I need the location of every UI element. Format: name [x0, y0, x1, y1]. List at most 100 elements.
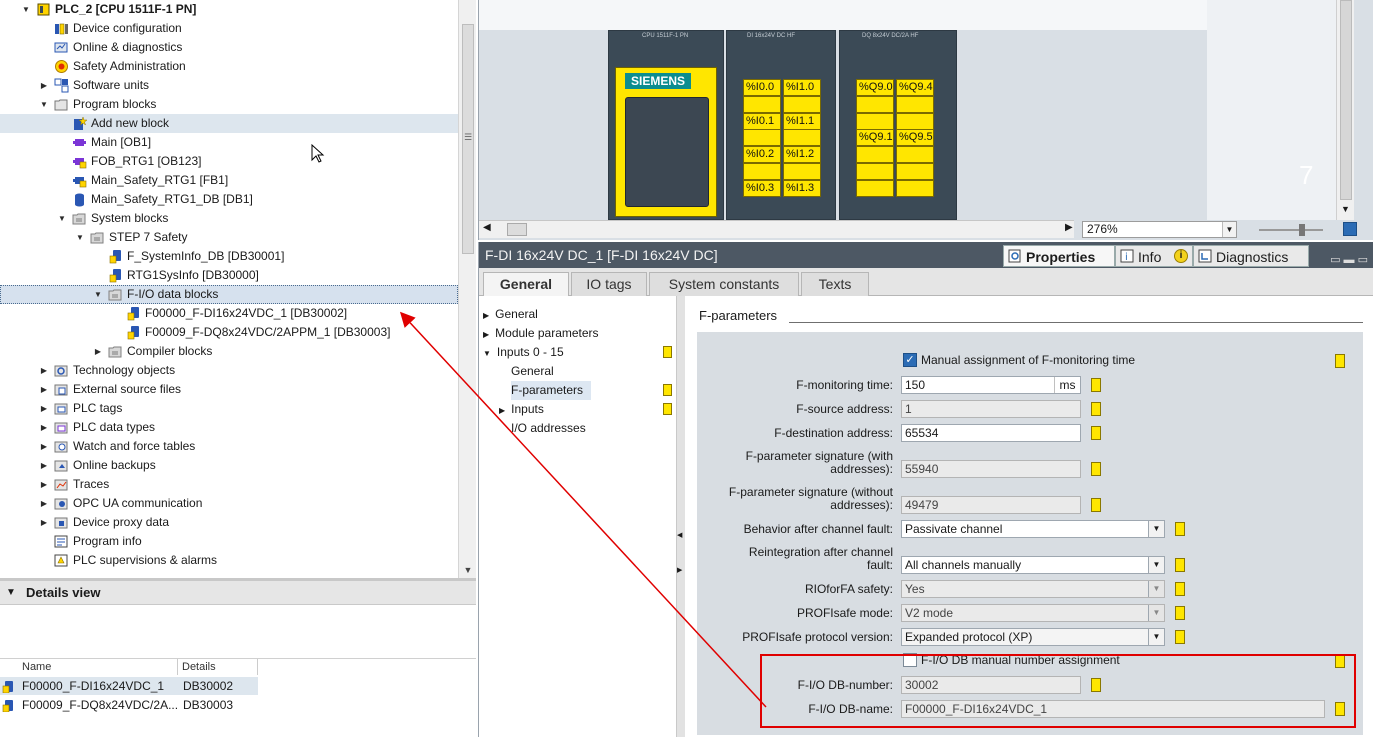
db-manual-number-checkbox[interactable] — [903, 653, 917, 667]
chevron-right-icon[interactable]: ▶ — [38, 456, 50, 475]
nav-item[interactable]: ▶ Inputs — [499, 400, 579, 419]
chevron-right-icon[interactable]: ▶ — [499, 406, 505, 415]
tree-item[interactable]: ▶ PLC data types — [0, 418, 458, 437]
di-module[interactable]: DI 16x24V DC HF %I0.0 %I1.0 %I0.1 %I1.1 %I0.… — [726, 30, 836, 220]
io-slot[interactable]: %I0.0 — [743, 79, 781, 96]
io-slot[interactable]: %Q9.5 — [896, 129, 934, 147]
tree-item[interactable]: PLC supervisions & alarms — [0, 551, 458, 570]
tree-item[interactable]: ▶ Traces — [0, 475, 458, 494]
zoom-select[interactable]: 276% ▼ — [1082, 221, 1237, 238]
column-header-name[interactable]: Name — [18, 659, 178, 675]
tab-general[interactable]: General — [483, 272, 569, 297]
chevron-right-icon[interactable]: ▶ — [92, 342, 104, 361]
chevron-down-icon[interactable]: ▼ — [483, 349, 491, 358]
destination-address-input[interactable]: 65534 — [901, 424, 1081, 442]
chevron-down-icon[interactable]: ▼ — [6, 581, 16, 605]
tree-item[interactable]: Main_Safety_RTG1_DB [DB1] — [0, 190, 458, 209]
io-slot[interactable] — [743, 95, 781, 113]
chevron-right-icon[interactable]: ▶ — [38, 494, 50, 513]
zoom-slider[interactable] — [1259, 224, 1323, 236]
device-horizontal-scrollbar[interactable]: ◀ ▶ — [479, 220, 1074, 238]
tree-item[interactable]: F_SystemInfo_DB [DB30001] — [0, 247, 458, 266]
tree-item[interactable]: FOB_RTG1 [OB123] — [0, 152, 458, 171]
chevron-down-icon[interactable]: ▼ — [20, 0, 32, 19]
chevron-right-icon[interactable]: ▶ — [38, 475, 50, 494]
io-slot[interactable] — [743, 129, 781, 147]
tree-item[interactable]: Add new block — [0, 114, 458, 133]
scroll-down-icon[interactable]: ▼ — [1341, 204, 1350, 214]
io-slot[interactable] — [856, 146, 894, 164]
tree-item[interactable]: F00000_F-DI16x24VDC_1 [DB30002] — [0, 304, 458, 323]
tree-item[interactable]: ▶ OPC UA communication — [0, 494, 458, 513]
reintegration-select[interactable]: All channels manually ▼ — [901, 556, 1165, 574]
signature-without-addresses-input[interactable]: 49479 — [901, 496, 1081, 514]
tree-item[interactable]: RTG1SysInfo [DB30000] — [0, 266, 458, 285]
io-slot[interactable]: %Q9.4 — [896, 79, 934, 96]
details-view-header[interactable]: ▼ Details view — [0, 581, 476, 605]
scrollbar-thumb[interactable] — [507, 223, 527, 236]
tree-item[interactable]: ▶ Software units — [0, 76, 458, 95]
splitter[interactable]: ◀ ▶ — [677, 296, 685, 737]
io-slot[interactable] — [896, 112, 934, 130]
tree-item[interactable]: ▼ STEP 7 Safety — [0, 228, 458, 247]
tree-item[interactable]: ▼ Program blocks — [0, 95, 458, 114]
rioforfa-select[interactable]: Yes ▼ — [901, 580, 1165, 598]
io-slot[interactable]: %I1.2 — [783, 146, 821, 164]
tree-item[interactable]: ▶ Watch and force tables — [0, 437, 458, 456]
chevron-down-icon[interactable]: ▼ — [1222, 222, 1236, 237]
chevron-right-icon[interactable]: ▶ — [38, 399, 50, 418]
nav-item[interactable]: ▶ General — [483, 305, 633, 324]
io-slot[interactable]: %I0.2 — [743, 146, 781, 164]
splitter-arrow-icon[interactable]: ▶ — [677, 566, 682, 574]
chevron-right-icon[interactable]: ▶ — [38, 76, 50, 95]
tab-system-constants[interactable]: System constants — [649, 272, 799, 296]
chevron-down-icon[interactable]: ▼ — [92, 285, 104, 304]
tree-item[interactable]: ▼ PLC_2 [CPU 1511F-1 PN] — [0, 0, 458, 19]
manual-monitoring-checkbox[interactable]: ✓ — [903, 353, 917, 367]
tab-io-tags[interactable]: IO tags — [571, 272, 647, 296]
chevron-right-icon[interactable]: ▶ — [483, 330, 489, 339]
io-slot[interactable] — [896, 146, 934, 164]
io-slot[interactable]: %I1.3 — [783, 179, 821, 197]
channel-fault-select[interactable]: Passivate channel ▼ — [901, 520, 1165, 538]
chevron-down-icon[interactable]: ▼ — [74, 228, 86, 247]
io-slot[interactable] — [896, 163, 934, 180]
io-slot[interactable]: %Q9.0 — [856, 79, 894, 96]
tree-item[interactable]: ▼ System blocks — [0, 209, 458, 228]
splitter-arrow-icon[interactable]: ◀ — [677, 531, 682, 539]
io-slot[interactable]: %I1.1 — [783, 112, 821, 130]
chevron-down-icon[interactable]: ▼ — [1148, 557, 1164, 573]
chevron-down-icon[interactable]: ▼ — [1148, 629, 1164, 645]
cpu-module[interactable]: CPU 1511F-1 PN SIEMENS — [608, 30, 724, 220]
io-slot[interactable] — [856, 163, 894, 180]
io-slot[interactable] — [856, 112, 894, 130]
tab-diagnostics[interactable]: Diagnostics — [1193, 245, 1309, 267]
device-vertical-scrollbar[interactable]: ▼ — [1336, 0, 1354, 220]
tree-item[interactable]: Main [OB1] — [0, 133, 458, 152]
chevron-right-icon[interactable]: ▶ — [38, 361, 50, 380]
details-row[interactable]: F00000_F-DI16x24VDC_1 DB30002 — [0, 677, 258, 695]
tree-item[interactable]: ▶ Technology objects — [0, 361, 458, 380]
io-slot[interactable] — [856, 179, 894, 197]
chevron-down-icon[interactable]: ▼ — [56, 209, 68, 228]
tree-item[interactable]: Online & diagnostics — [0, 38, 458, 57]
column-header-details[interactable]: Details — [178, 659, 258, 675]
io-slot[interactable]: %I0.3 — [743, 179, 781, 197]
tab-properties[interactable]: Properties — [1003, 245, 1115, 267]
monitoring-time-input[interactable]: 150 ms — [901, 376, 1081, 394]
io-slot[interactable]: %Q9.1 — [856, 129, 894, 147]
io-slot[interactable] — [783, 129, 821, 147]
overview-navigation-icon[interactable] — [1343, 222, 1357, 236]
chevron-right-icon[interactable]: ▶ — [38, 380, 50, 399]
io-slot[interactable] — [783, 95, 821, 113]
nav-item[interactable]: General — [511, 362, 591, 381]
details-row[interactable]: F00009_F-DQ8x24VDC/2A... DB30003 — [0, 696, 258, 714]
profisafe-mode-select[interactable]: V2 mode ▼ — [901, 604, 1165, 622]
tree-vertical-scrollbar[interactable]: ☰ ▼ — [458, 0, 476, 578]
protocol-version-select[interactable]: Expanded protocol (XP) ▼ — [901, 628, 1165, 646]
chevron-down-icon[interactable]: ▼ — [1148, 581, 1164, 597]
io-slot[interactable] — [783, 163, 821, 180]
nav-item[interactable]: I/O addresses — [511, 419, 591, 438]
chevron-right-icon[interactable]: ▶ — [38, 437, 50, 456]
chevron-down-icon[interactable]: ▼ — [1148, 605, 1164, 621]
